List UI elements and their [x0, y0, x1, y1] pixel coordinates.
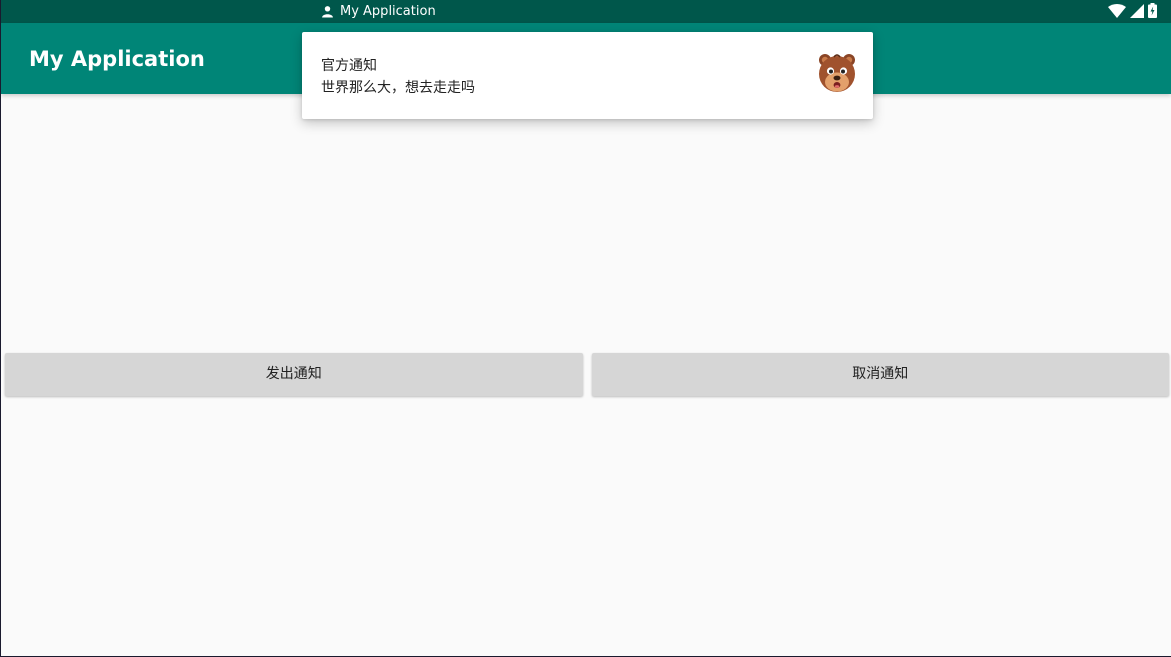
cancel-notification-button[interactable]: 取消通知 — [591, 353, 1169, 396]
status-icons — [1108, 3, 1157, 18]
bear-face-icon — [816, 52, 858, 94]
heads-up-notification[interactable]: 官方通知 世界那么大，想去走走吗 — [302, 32, 873, 119]
wifi-icon — [1108, 3, 1126, 18]
status-bar: My Application — [1, 0, 1171, 23]
status-app-name: My Application — [340, 4, 436, 19]
send-notification-button[interactable]: 发出通知 — [5, 353, 583, 396]
notification-title: 官方通知 — [321, 58, 377, 74]
status-notification-indicator: My Application — [321, 3, 436, 20]
notification-text: 世界那么大，想去走走吗 — [321, 80, 475, 96]
button-row: 发出通知 取消通知 — [5, 353, 1169, 396]
app-title: My Application — [29, 47, 205, 71]
person-icon — [321, 5, 334, 18]
cell-signal-icon — [1130, 3, 1144, 18]
app-screen: My Application My Application 发出通知 取消通知 … — [1, 0, 1171, 656]
battery-icon — [1148, 3, 1157, 18]
